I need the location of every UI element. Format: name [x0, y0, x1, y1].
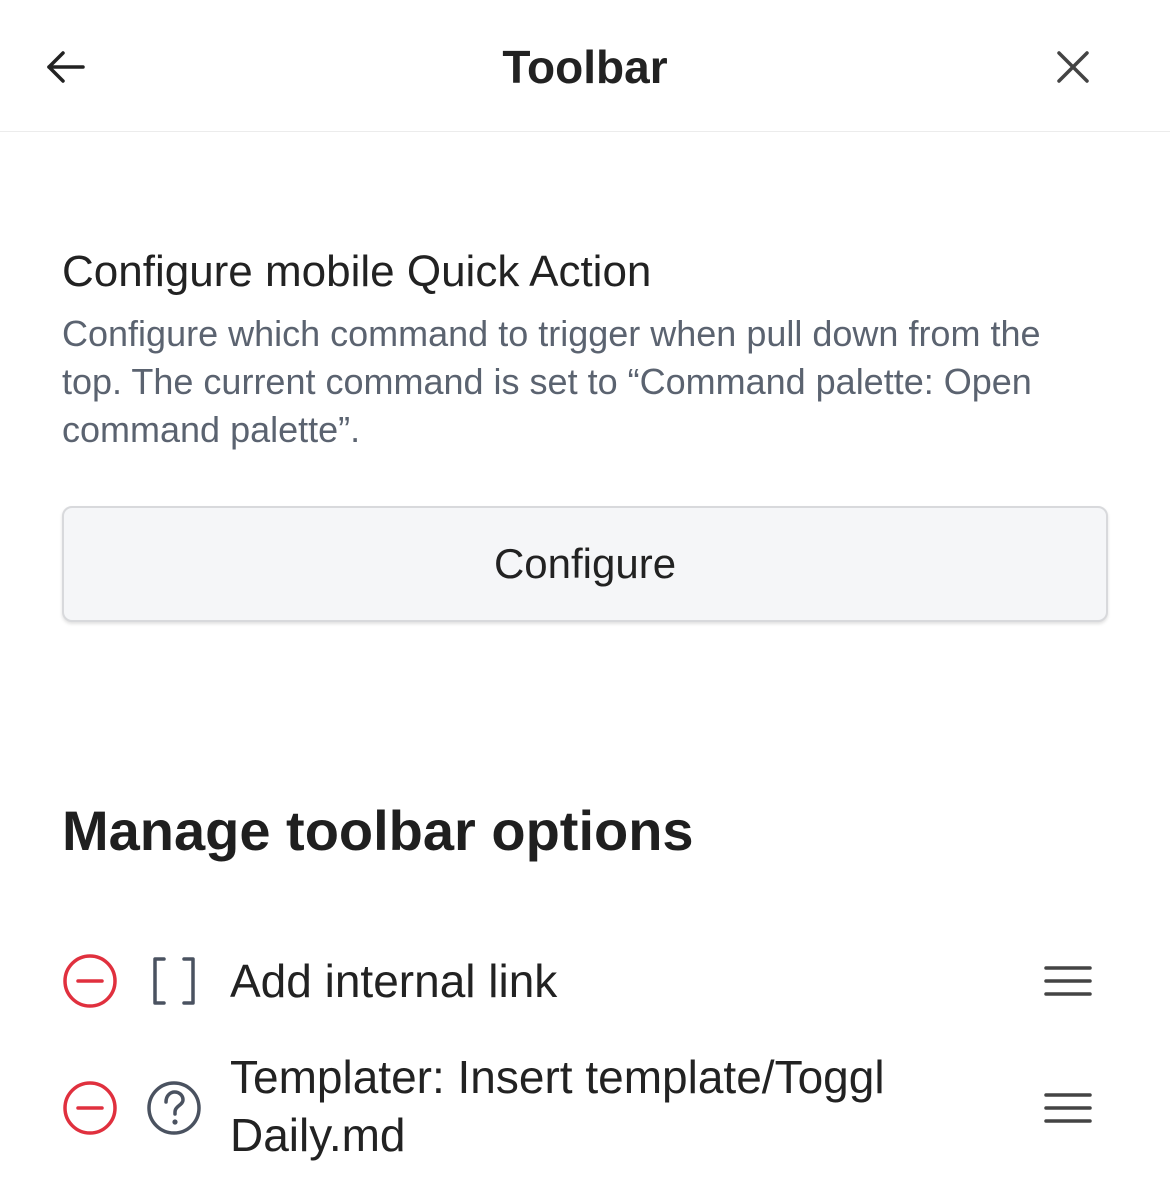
- header: Toolbar: [0, 0, 1170, 132]
- drag-handle-icon[interactable]: [1040, 1080, 1096, 1136]
- brackets-icon: [153, 957, 195, 1005]
- help-circle-icon: [147, 1081, 201, 1135]
- quick-action-title: Configure mobile Quick Action: [62, 247, 652, 296]
- remove-circle-icon[interactable]: [62, 1080, 118, 1136]
- quick-action-section: Configure mobile Quick Action Configure …: [62, 240, 1110, 454]
- configure-button[interactable]: Configure: [62, 506, 1108, 622]
- manage-toolbar-title: Manage toolbar options: [62, 799, 694, 862]
- drag-handle-icon[interactable]: [1040, 953, 1096, 1009]
- close-icon: [1057, 51, 1089, 83]
- page-title: Toolbar: [502, 41, 668, 93]
- remove-circle-icon[interactable]: [62, 953, 118, 1009]
- toolbar-option-label: Templater: Insert template/Toggl Daily.m…: [230, 1051, 885, 1161]
- close-button[interactable]: [1046, 40, 1100, 94]
- toolbar-option-row: Add internal link: [0, 946, 1170, 1016]
- toolbar-option-row: Templater: Insert template/Toggl Daily.m…: [0, 1046, 1170, 1170]
- toolbar-option-label: Add internal link: [230, 955, 558, 1007]
- quick-action-description: Configure which command to trigger when …: [62, 313, 1041, 450]
